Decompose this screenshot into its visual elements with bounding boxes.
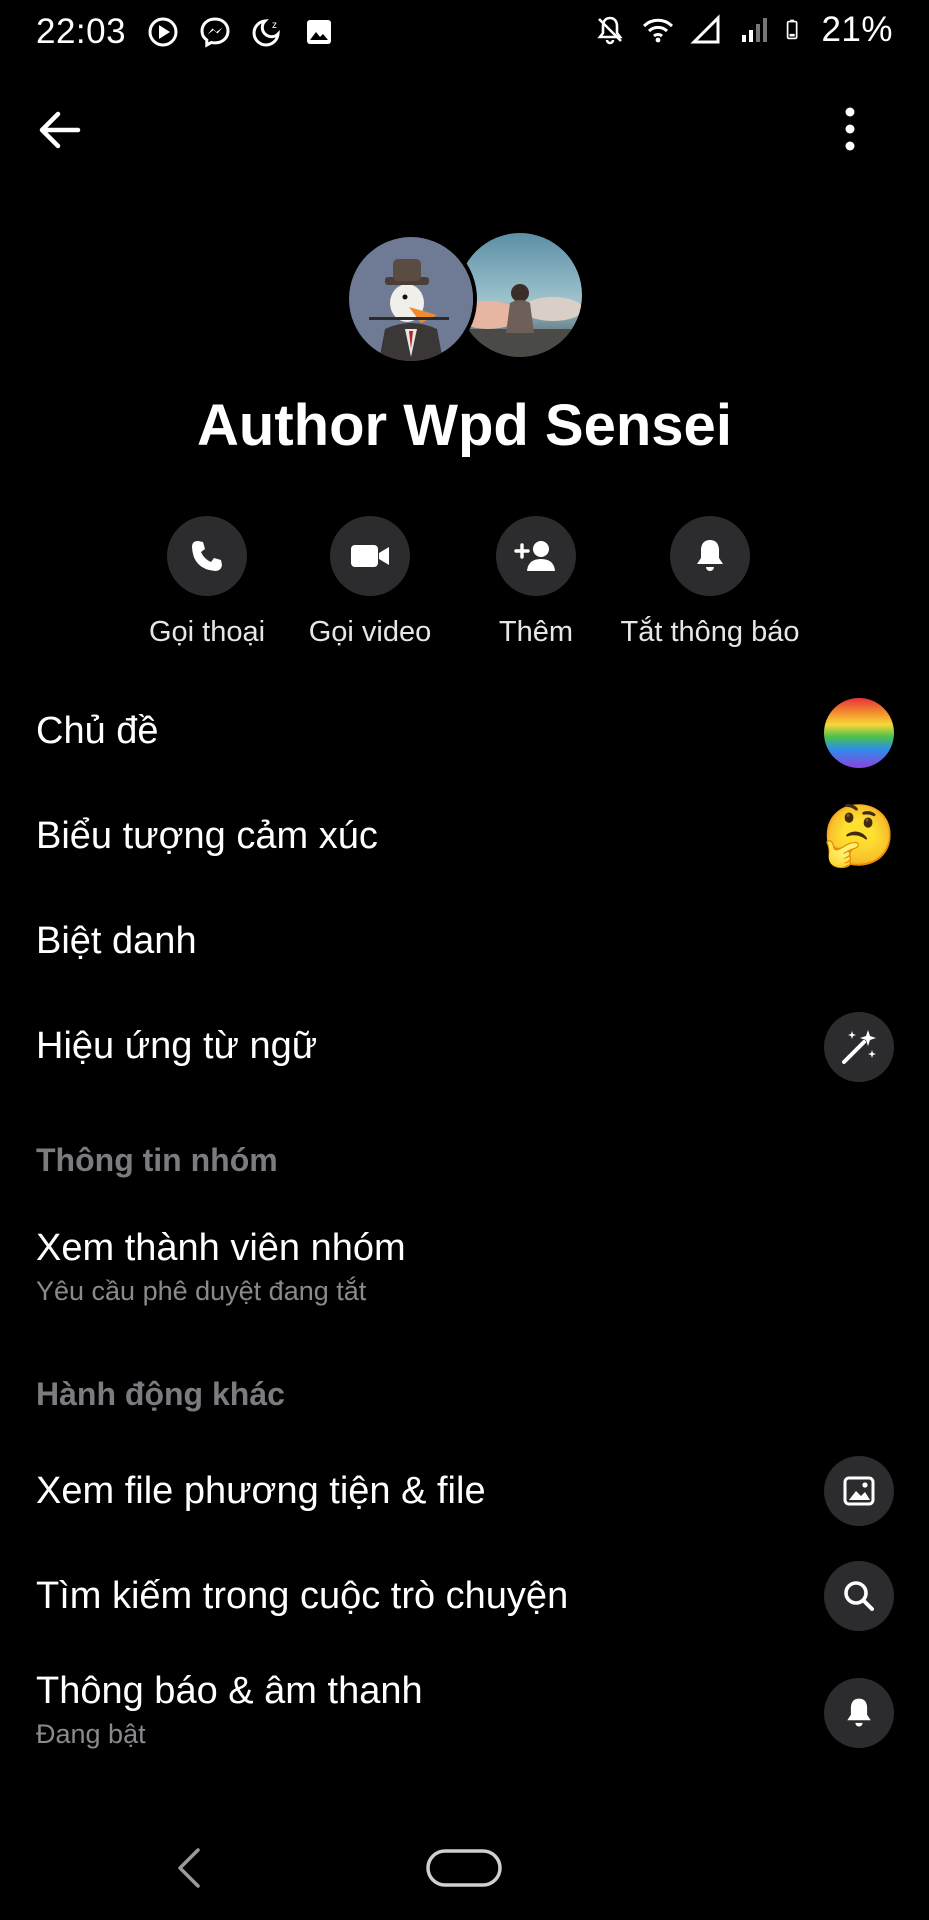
- signal-icon: [690, 14, 720, 44]
- search-conversation-button[interactable]: [824, 1561, 894, 1631]
- image-icon: [843, 1476, 875, 1506]
- add-people-button[interactable]: [496, 516, 576, 596]
- search-conversation-row[interactable]: Tìm kiếm trong cuộc trò chuyện: [36, 1575, 894, 1618]
- emoji-row[interactable]: Biểu tượng cảm xúc: [36, 815, 894, 858]
- word-effects-label: Hiệu ứng từ ngữ: [36, 1025, 318, 1067]
- search-conversation-label: Tìm kiếm trong cuộc trò chuyện: [36, 1575, 569, 1617]
- add-label: Thêm: [498, 616, 574, 648]
- other-actions-section-title: Hành động khác: [36, 1376, 285, 1412]
- more-vertical-icon[interactable]: [830, 102, 870, 158]
- mute-button[interactable]: [670, 516, 750, 596]
- video-call-label: Gọi video: [308, 616, 432, 648]
- media-files-row[interactable]: Xem file phương tiện & file: [36, 1470, 894, 1513]
- bell-icon: [697, 540, 723, 571]
- system-navigation-bar: [0, 1830, 929, 1920]
- voice-call-label: Gọi thoại: [148, 616, 266, 648]
- theme-color-swatch[interactable]: [824, 698, 894, 768]
- add-person-icon: [514, 541, 555, 571]
- search-icon: [844, 1581, 874, 1611]
- status-bar: 22:03 z 21%: [0, 0, 929, 66]
- nickname-label: Biệt danh: [36, 920, 197, 962]
- sleep-mode-icon: z: [252, 19, 280, 47]
- status-left-icons: z: [146, 15, 336, 49]
- notifications-sounds-button[interactable]: [824, 1678, 894, 1748]
- wifi-icon: [643, 18, 674, 43]
- notifications-sounds-row[interactable]: Thông báo & âm thanh Đang bật: [36, 1670, 894, 1750]
- mute-label: Tắt thông báo: [620, 616, 800, 648]
- video-call-action[interactable]: Gọi video: [305, 516, 435, 649]
- media-files-button[interactable]: [824, 1456, 894, 1526]
- group-members-label: Xem thành viên nhóm: [36, 1227, 406, 1269]
- nav-back-icon[interactable]: [172, 1846, 208, 1890]
- emoji-label: Biểu tượng cảm xúc: [36, 815, 378, 857]
- video-call-button[interactable]: [330, 516, 410, 596]
- add-action[interactable]: Thêm: [476, 516, 596, 649]
- play-icon: [148, 17, 178, 47]
- battery-percent: 21%: [821, 10, 893, 49]
- messenger-icon: [200, 17, 230, 48]
- group-info-section-title: Thông tin nhóm: [36, 1142, 278, 1178]
- group-members-row[interactable]: Xem thành viên nhóm Yêu cầu phê duyệt đa…: [36, 1227, 894, 1307]
- theme-label: Chủ đề: [36, 710, 159, 752]
- avatar-member-1: [345, 233, 477, 365]
- thinking-face-icon[interactable]: 🤔: [822, 801, 897, 871]
- notifications-sounds-label: Thông báo & âm thanh: [36, 1670, 423, 1712]
- bell-icon: [847, 1698, 871, 1727]
- mute-action[interactable]: Tắt thông báo: [610, 516, 810, 649]
- nav-home-icon[interactable]: [425, 1848, 503, 1890]
- group-members-sub: Yêu cầu phê duyệt đang tắt: [36, 1276, 367, 1306]
- word-effects-button[interactable]: [824, 1012, 894, 1082]
- voice-call-action[interactable]: Gọi thoại: [147, 516, 267, 649]
- arrow-left-icon[interactable]: [34, 104, 86, 156]
- magic-wand-icon: [842, 1030, 876, 1064]
- video-icon: [351, 545, 389, 567]
- voice-call-button[interactable]: [167, 516, 247, 596]
- status-time: 22:03: [36, 12, 127, 51]
- svg-text:z: z: [272, 20, 277, 31]
- word-effects-row[interactable]: Hiệu ứng từ ngữ: [36, 1025, 894, 1068]
- image-icon: [307, 20, 331, 44]
- notifications-sounds-sub: Đang bật: [36, 1719, 146, 1749]
- media-files-label: Xem file phương tiện & file: [36, 1470, 486, 1512]
- battery-icon: [787, 19, 798, 40]
- nickname-row[interactable]: Biệt danh: [36, 920, 894, 963]
- phone-icon: [192, 541, 222, 571]
- theme-row[interactable]: Chủ đề: [36, 710, 894, 753]
- status-right-icons: 21%: [593, 10, 893, 50]
- notifications-off-icon: [597, 16, 624, 45]
- conversation-title: Author Wpd Sensei: [197, 393, 732, 458]
- signal-2-icon: [742, 18, 768, 42]
